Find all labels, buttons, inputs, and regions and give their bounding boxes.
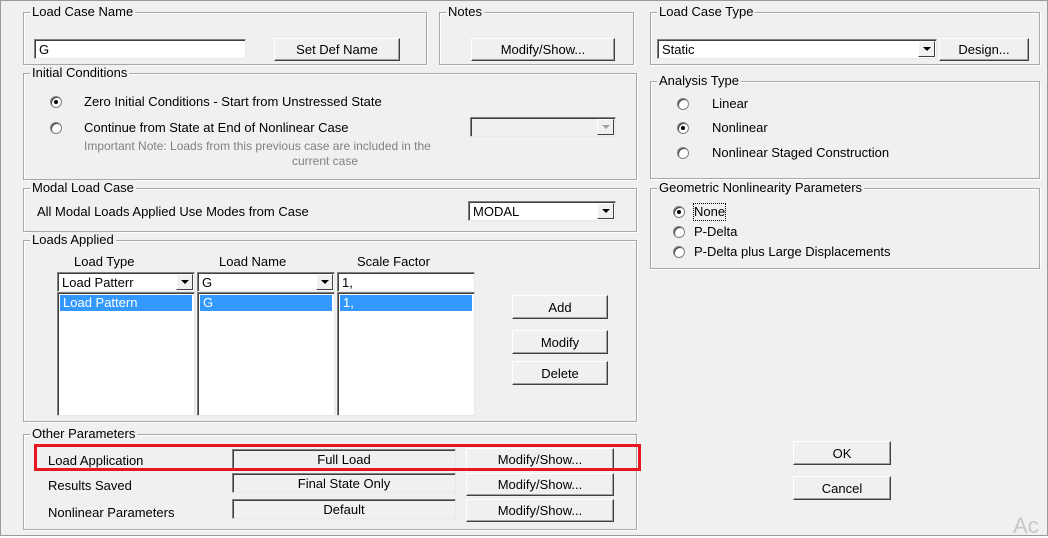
load-case-type-group: Load Case Type Static Design...	[650, 4, 1040, 65]
initial-conditions-group: Initial Conditions Zero Initial Conditio…	[23, 65, 637, 180]
initial-conditions-title: Initial Conditions	[30, 65, 130, 81]
geom-none-radio[interactable]	[673, 206, 685, 218]
analysis-linear-radio[interactable]	[677, 98, 689, 110]
notes-title: Notes	[446, 4, 484, 20]
activate-watermark: Ac	[1013, 513, 1039, 538]
modify-button[interactable]: Modify	[512, 330, 608, 354]
load-case-type-title: Load Case Type	[657, 4, 756, 20]
chevron-down-icon[interactable]	[176, 274, 193, 290]
chevron-down-icon[interactable]	[316, 274, 333, 290]
results-saved-value: Final State Only	[232, 473, 456, 493]
list-item[interactable]: G	[200, 295, 332, 311]
load-name-list[interactable]: G	[197, 292, 335, 416]
analysis-type-title: Analysis Type	[657, 73, 741, 89]
loads-applied-title: Loads Applied	[30, 232, 116, 248]
geom-pdelta-large-radio[interactable]	[673, 246, 685, 258]
ok-button[interactable]: OK	[793, 441, 891, 465]
continue-from-state-radio[interactable]	[50, 122, 62, 134]
notes-modify-show-button[interactable]: Modify/Show...	[471, 38, 615, 61]
results-saved-label: Results Saved	[48, 478, 132, 493]
load-case-type-value: Static	[662, 41, 695, 57]
load-case-name-title: Load Case Name	[30, 4, 136, 20]
important-note-line2: current case	[292, 154, 359, 168]
nonlinear-parameters-value: Default	[232, 499, 456, 519]
list-item[interactable]: 1,	[340, 295, 472, 311]
header-load-name: Load Name	[219, 254, 287, 269]
scale-factor-list[interactable]: 1,	[337, 292, 475, 416]
nonlinear-parameters-label: Nonlinear Parameters	[48, 505, 175, 520]
load-case-name-group: Load Case Name G Set Def Name	[23, 4, 427, 65]
other-parameters-title: Other Parameters	[30, 426, 138, 442]
highlight-box	[34, 444, 641, 471]
design-button[interactable]: Design...	[939, 38, 1029, 61]
load-type-list[interactable]: Load Pattern	[57, 292, 195, 416]
loads-applied-group: Loads Applied Load Type Load Name Scale …	[23, 232, 637, 422]
analysis-type-group: Analysis Type Linear Nonlinear Nonlinear…	[650, 73, 1040, 179]
load-case-type-select[interactable]: Static	[657, 39, 937, 59]
geometric-nonlinearity-group: Geometric Nonlinearity Parameters None P…	[650, 180, 1040, 269]
geom-none-label[interactable]: None	[692, 203, 727, 221]
cancel-button[interactable]: Cancel	[793, 476, 891, 500]
load-case-name-input[interactable]: G	[34, 39, 246, 59]
continue-from-state-label[interactable]: Continue from State at End of Nonlinear …	[84, 120, 348, 136]
scale-factor-input[interactable]: 1,	[337, 272, 475, 292]
analysis-nonlinear-radio[interactable]	[677, 122, 689, 134]
modal-case-value: MODAL	[473, 203, 520, 219]
load-name-value: G	[202, 274, 213, 290]
geom-pdelta-label[interactable]: P-Delta	[694, 224, 737, 240]
zero-initial-conditions-radio[interactable]	[50, 96, 62, 108]
geom-pdelta-radio[interactable]	[673, 226, 685, 238]
set-def-name-button[interactable]: Set Def Name	[274, 38, 400, 61]
analysis-nonlinear-label[interactable]: Nonlinear	[712, 120, 768, 136]
important-note-line1: Important Note: Loads from this previous…	[84, 139, 431, 153]
chevron-down-icon[interactable]	[597, 203, 614, 219]
nonlinear-parameters-modify-show-button[interactable]: Modify/Show...	[466, 499, 614, 522]
analysis-staged-radio[interactable]	[677, 147, 689, 159]
notes-group: Notes Modify/Show...	[439, 4, 634, 65]
delete-button[interactable]: Delete	[512, 361, 608, 385]
modal-case-select[interactable]: MODAL	[468, 201, 616, 221]
header-scale-factor: Scale Factor	[357, 254, 430, 269]
header-load-type: Load Type	[74, 254, 135, 269]
zero-initial-conditions-label[interactable]: Zero Initial Conditions - Start from Uns…	[84, 94, 382, 110]
chevron-down-icon[interactable]	[597, 119, 614, 135]
analysis-staged-label[interactable]: Nonlinear Staged Construction	[712, 145, 889, 161]
analysis-linear-label[interactable]: Linear	[712, 96, 748, 112]
list-item[interactable]: Load Pattern	[60, 295, 192, 311]
chevron-down-icon[interactable]	[918, 41, 935, 57]
load-type-value: Load Patterr	[62, 274, 134, 290]
nonlinear-case-select[interactable]	[470, 117, 616, 137]
results-saved-modify-show-button[interactable]: Modify/Show...	[466, 473, 614, 496]
load-type-select[interactable]: Load Patterr	[57, 272, 195, 292]
geom-pdelta-large-label[interactable]: P-Delta plus Large Displacements	[694, 244, 891, 260]
modal-load-case-group: Modal Load Case All Modal Loads Applied …	[23, 180, 637, 232]
modal-load-case-title: Modal Load Case	[30, 180, 136, 196]
load-case-data-dialog: Load Case Name G Set Def Name Notes Modi…	[0, 0, 1048, 538]
add-button[interactable]: Add	[512, 295, 608, 319]
geometric-nonlinearity-title: Geometric Nonlinearity Parameters	[657, 180, 865, 196]
load-name-select[interactable]: G	[197, 272, 335, 292]
modal-load-case-label: All Modal Loads Applied Use Modes from C…	[37, 204, 309, 219]
